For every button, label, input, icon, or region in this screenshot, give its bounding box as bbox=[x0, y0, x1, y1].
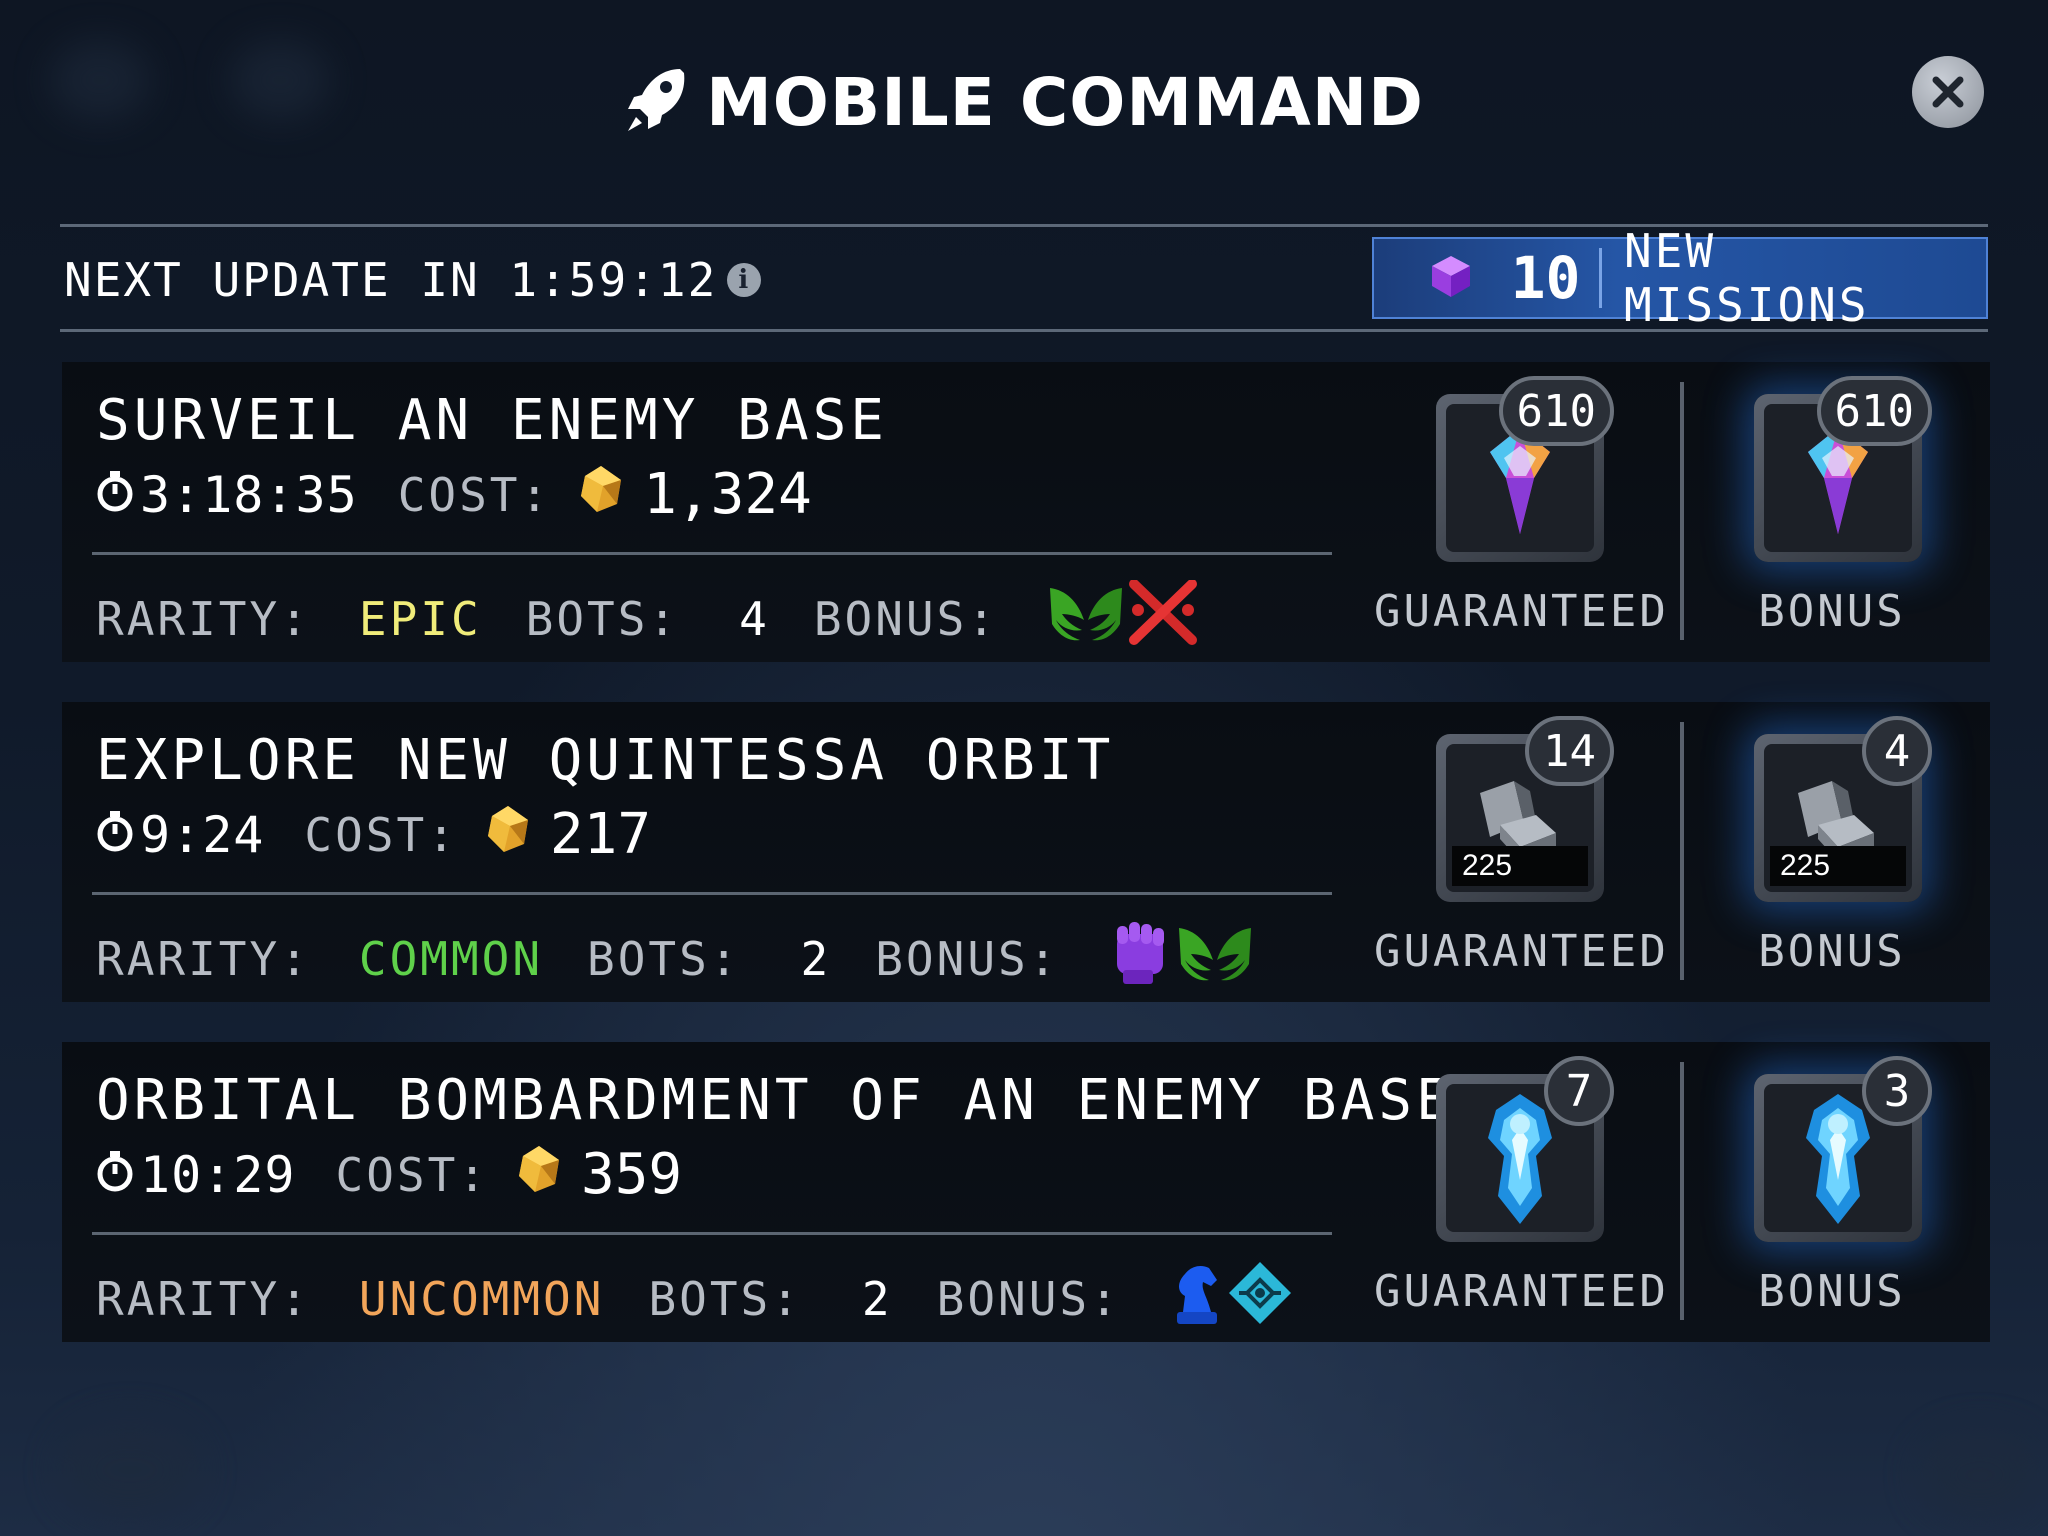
mission-duration: 9:24 bbox=[140, 805, 265, 864]
update-label: NEXT UPDATE IN 1:59:12 bbox=[64, 253, 718, 307]
new-missions-button[interactable]: 10 NEW MISSIONS bbox=[1372, 224, 1988, 332]
bots-label: BOTS: bbox=[587, 931, 741, 986]
bots-value: 2 bbox=[861, 1271, 893, 1326]
reward-count-badge: 3 bbox=[1862, 1056, 1932, 1126]
reward-count-badge: 7 bbox=[1544, 1056, 1614, 1126]
reward-count-badge: 14 bbox=[1525, 716, 1614, 786]
gold-ore-icon bbox=[577, 464, 625, 526]
rarity-value: EPIC bbox=[358, 591, 482, 646]
bonus-label: BONUS: bbox=[813, 591, 999, 646]
close-button[interactable] bbox=[1912, 56, 1984, 128]
mission-title: SURVEIL AN ENEMY BASE bbox=[96, 388, 889, 453]
bonus-label: BONUS: bbox=[875, 931, 1060, 986]
mission-card[interactable]: EXPLORE NEW QUINTESSA ORBIT 9:24 COST: 217 R… bbox=[62, 702, 1990, 1002]
cost-label: COST: bbox=[397, 467, 552, 522]
reward-slot: 610 bbox=[1436, 376, 1614, 562]
guaranteed-reward[interactable]: 7 GUARANTEED bbox=[1374, 1056, 1666, 1320]
header: MOBILE COMMAND bbox=[0, 52, 2048, 152]
reward-count-badge: 610 bbox=[1816, 376, 1932, 446]
update-bar: NEXT UPDATE IN 1:59:12 i 10 NEW MISSIONS bbox=[60, 224, 1988, 332]
reward-label: BONUS bbox=[1758, 586, 1906, 637]
reward-slot: 7 bbox=[1436, 1056, 1614, 1242]
rarity-value: COMMON bbox=[358, 931, 544, 986]
guaranteed-reward[interactable]: 225 14 GUARANTEED bbox=[1374, 716, 1666, 980]
stopwatch-icon bbox=[96, 466, 134, 524]
bots-value: 2 bbox=[800, 931, 832, 986]
mission-details: RARITY: UNCOMMON BOTS: 2 BONUS: bbox=[96, 1260, 1293, 1337]
mission-title: EXPLORE NEW QUINTESSA ORBIT bbox=[96, 728, 1115, 793]
bonus-label: BONUS: bbox=[936, 1271, 1121, 1326]
mission-cost: 1,324 bbox=[643, 462, 812, 527]
info-icon[interactable]: i bbox=[727, 263, 762, 297]
reward-slot: 610 bbox=[1754, 376, 1932, 562]
gold-ore-icon bbox=[515, 1144, 563, 1206]
rarity-label: RARITY: bbox=[96, 1271, 311, 1326]
reward-label: GUARANTEED bbox=[1374, 1266, 1669, 1317]
reward-slot: 225 14 bbox=[1436, 716, 1614, 902]
new-missions-count: 10 bbox=[1510, 244, 1581, 312]
mission-title: ORBITAL BOMBARDMENT OF AN ENEMY BASE bbox=[96, 1068, 1454, 1133]
cost-label: COST: bbox=[335, 1147, 489, 1202]
gold-ore-icon bbox=[484, 804, 532, 866]
mission-duration: 10:29 bbox=[140, 1145, 296, 1204]
reward-slot: 3 bbox=[1754, 1056, 1932, 1242]
rocket-icon bbox=[624, 65, 688, 139]
stopwatch-icon bbox=[96, 806, 134, 864]
new-missions-label: NEW MISSIONS bbox=[1624, 224, 1870, 332]
mission-info: 10:29 COST: 359 bbox=[96, 1142, 682, 1207]
divider bbox=[1680, 1062, 1684, 1320]
purple-cube-icon bbox=[1428, 253, 1474, 303]
background-blur bbox=[60, 1420, 200, 1520]
divider bbox=[92, 1232, 1332, 1235]
mission-card[interactable]: SURVEIL AN ENEMY BASE 3:18:35 COST: 1,324 RA… bbox=[62, 362, 1990, 662]
reward-amount: 225 bbox=[1452, 846, 1588, 886]
stopwatch-icon bbox=[96, 1146, 134, 1204]
reward-label: GUARANTEED bbox=[1374, 926, 1669, 977]
divider bbox=[92, 552, 1332, 555]
red-crossed-swords-icon bbox=[1128, 579, 1198, 657]
mission-cost: 359 bbox=[581, 1142, 683, 1207]
cost-label: COST: bbox=[304, 807, 458, 862]
cyan-circuit-icon bbox=[1227, 1260, 1293, 1337]
mission-details: RARITY: COMMON BOTS: 2 BONUS: bbox=[96, 920, 1253, 997]
reward-amount: 225 bbox=[1770, 846, 1906, 886]
mission-card[interactable]: ORBITAL BOMBARDMENT OF AN ENEMY BASE 10:2… bbox=[62, 1042, 1990, 1342]
green-wings-icon bbox=[1177, 920, 1253, 997]
mission-info: 9:24 COST: 217 bbox=[96, 802, 651, 867]
rarity-label: RARITY: bbox=[96, 591, 311, 646]
mission-details: RARITY: EPIC BOTS: 4 BONUS: bbox=[96, 579, 1198, 657]
blue-knight-icon bbox=[1171, 1260, 1223, 1337]
reward-slot: 225 4 bbox=[1754, 716, 1932, 902]
mission-info: 3:18:35 COST: 1,324 bbox=[96, 462, 812, 527]
background-blur bbox=[1920, 1430, 2040, 1520]
bonus-icons bbox=[1171, 1260, 1293, 1337]
rarity-label: RARITY: bbox=[96, 931, 311, 986]
bonus-reward[interactable]: 3 BONUS bbox=[1732, 1056, 1932, 1320]
reward-count-badge: 4 bbox=[1862, 716, 1932, 786]
divider bbox=[1599, 248, 1603, 308]
reward-label: BONUS bbox=[1758, 1266, 1906, 1317]
close-icon bbox=[1932, 76, 1964, 108]
divider bbox=[1680, 722, 1684, 980]
green-wings-icon bbox=[1048, 580, 1124, 657]
purple-fist-icon bbox=[1109, 920, 1173, 997]
bonus-icons bbox=[1109, 920, 1253, 997]
bots-label: BOTS: bbox=[525, 591, 680, 646]
mission-duration: 3:18:35 bbox=[140, 465, 358, 524]
mission-cost: 217 bbox=[549, 802, 652, 867]
divider bbox=[92, 892, 1332, 895]
bonus-reward[interactable]: 610 BONUS bbox=[1732, 376, 1932, 640]
reward-label: BONUS bbox=[1758, 926, 1906, 977]
divider bbox=[1680, 382, 1684, 640]
rarity-value: UNCOMMON bbox=[358, 1271, 605, 1326]
bots-value: 4 bbox=[739, 591, 770, 646]
bonus-icons bbox=[1048, 579, 1198, 657]
update-timer: NEXT UPDATE IN 1:59:12 i bbox=[64, 253, 762, 307]
page-title: MOBILE COMMAND bbox=[706, 63, 1424, 141]
reward-label: GUARANTEED bbox=[1374, 586, 1669, 637]
guaranteed-reward[interactable]: 610 GUARANTEED bbox=[1374, 376, 1666, 640]
bonus-reward[interactable]: 225 4 BONUS bbox=[1732, 716, 1932, 980]
reward-count-badge: 610 bbox=[1498, 376, 1614, 446]
bots-label: BOTS: bbox=[648, 1271, 802, 1326]
